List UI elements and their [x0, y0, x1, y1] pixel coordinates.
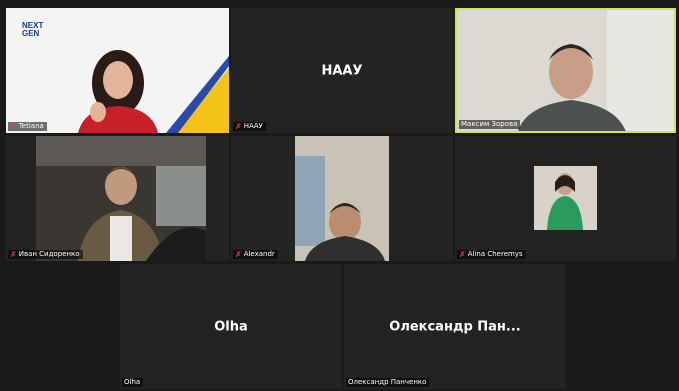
participant-video [534, 166, 597, 230]
video-tile-alina[interactable]: ✗ Alina Cheremys [455, 136, 676, 261]
participant-name-tag: Olha [122, 378, 144, 387]
participant-name: Alexandr [243, 250, 275, 258]
participant-name: Максим Зорова [461, 120, 518, 128]
video-tile-naau[interactable]: НААУ ✗ НААУ [231, 8, 453, 133]
participant-name: Tetiana [18, 122, 44, 130]
participant-name-tag: ✗ Иван Сидоренко [8, 250, 83, 259]
participant-display-name: Olha [214, 319, 248, 334]
video-tile-ivan[interactable]: ✗ Иван Сидоренко [6, 136, 229, 261]
participant-name: Olha [124, 378, 141, 386]
video-tile-tetiana[interactable]: NEXT GEN ✗ Tetiana [6, 8, 229, 133]
participant-name-tag: ✗ Alina Cheremys [457, 250, 526, 259]
next-gen-logo: NEXT GEN [22, 22, 43, 38]
participant-name-tag: ✗ Alexandr [233, 250, 278, 259]
participant-name-tag: ✗ НААУ [233, 122, 266, 131]
video-tile-alexandr[interactable]: ✗ Alexandr [231, 136, 453, 261]
participant-display-name: Олександр Пан... [389, 319, 521, 334]
microphone-muted-icon: ✗ [10, 250, 17, 259]
logo-line-2: GEN [22, 29, 40, 38]
participant-video [295, 136, 389, 261]
participant-name-tag: ✗ Tetiana [8, 122, 47, 131]
participant-video [457, 10, 674, 131]
microphone-muted-icon: ✗ [459, 250, 466, 259]
microphone-muted-icon: ✗ [235, 250, 242, 259]
participant-name: Иван Сидоренко [18, 250, 80, 258]
participant-name: Alina Cheremys [467, 250, 523, 258]
participant-name-tag: Максим Зорова [459, 120, 521, 129]
microphone-muted-icon: ✗ [235, 122, 242, 131]
participant-video [36, 136, 206, 261]
microphone-muted-icon: ✗ [10, 122, 17, 131]
video-tile-maksym[interactable]: Максим Зорова [455, 8, 676, 133]
participant-name-tag: Олександр Панченко [346, 378, 430, 387]
video-tile-olha[interactable]: Olha Olha [120, 264, 342, 389]
participant-display-name: НААУ [321, 63, 363, 78]
participant-name: НААУ [243, 122, 263, 130]
participant-name: Олександр Панченко [348, 378, 427, 386]
video-tile-oleksandr[interactable]: Олександр Пан... Олександр Панченко [344, 264, 566, 389]
